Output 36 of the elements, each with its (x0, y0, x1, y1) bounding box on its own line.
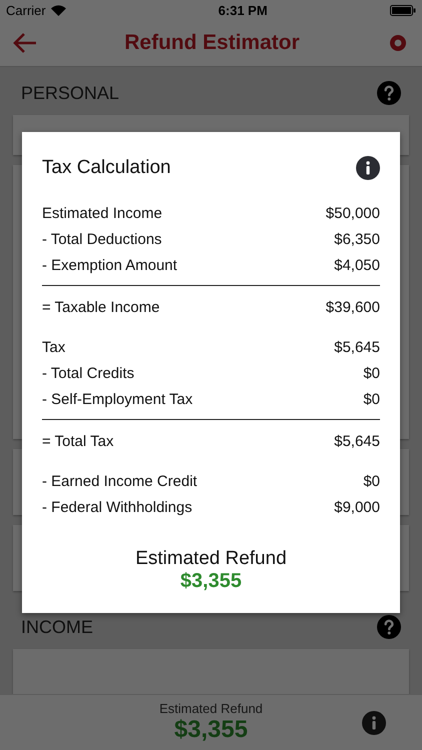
row-label: Estimated Income (42, 204, 162, 222)
dialog-title: Tax Calculation (42, 157, 171, 179)
row-value: $6,350 (334, 230, 380, 248)
row-label: - Federal Withholdings (42, 498, 192, 516)
help-icon[interactable] (377, 615, 401, 639)
total-label: = Total Tax (42, 432, 114, 450)
row-value: $9,000 (334, 498, 380, 516)
screen-title: Refund Estimator (124, 31, 300, 55)
help-icon[interactable] (377, 81, 401, 105)
row-value: $0 (363, 472, 380, 490)
row-value: $4,050 (334, 256, 380, 274)
clock-time: 6:31 PM (218, 2, 268, 18)
section-header: INCOME (21, 616, 93, 638)
wifi-icon (50, 4, 66, 16)
row-label: - Exemption Amount (42, 256, 178, 274)
result-amount: $3,355 (180, 570, 242, 593)
info-icon[interactable] (356, 156, 380, 180)
total-value: $5,645 (334, 432, 380, 450)
row-value: $0 (363, 390, 380, 408)
total-value: $39,600 (326, 298, 380, 316)
row-label: - Total Deductions (42, 230, 162, 248)
row-label: - Earned Income Credit (42, 472, 198, 490)
back-arrow-icon[interactable] (12, 32, 38, 54)
row-label: - Self-Employment Tax (42, 390, 193, 408)
battery-icon (390, 4, 416, 16)
result-label: Estimated Refund (135, 548, 287, 570)
footer-amount: $3,355 (174, 716, 248, 744)
carrier-label: Carrier (6, 2, 46, 18)
total-label: = Taxable Income (42, 298, 160, 316)
row-value: $5,645 (334, 338, 380, 356)
footer-label: Estimated Refund (159, 701, 263, 716)
row-label: - Total Credits (42, 364, 134, 382)
section-header: PERSONAL (21, 82, 120, 104)
row-label: Tax (42, 338, 66, 356)
row-value: $50,000 (326, 204, 380, 222)
row-value: $0 (363, 364, 380, 382)
